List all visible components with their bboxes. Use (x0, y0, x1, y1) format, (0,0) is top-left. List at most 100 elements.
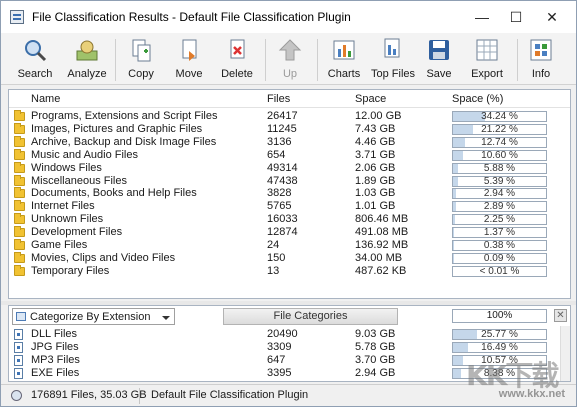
close-button[interactable]: ✕ (536, 6, 568, 28)
copy-button[interactable]: Copy (121, 37, 161, 83)
row-files: 3395 (267, 366, 292, 379)
row-files: 12874 (267, 226, 298, 239)
scrollbar[interactable] (560, 326, 570, 381)
table-row[interactable]: Development Files 12874 491.08 MB 1.37 % (9, 226, 570, 239)
window-title: File Classification Results - Default Fi… (32, 10, 351, 24)
list-item[interactable]: JPG Files 3309 5.78 GB 16.49 % (9, 341, 570, 354)
delete-button[interactable]: Delete (217, 37, 257, 83)
row-space: 2.94 GB (355, 366, 396, 379)
file-categories-button[interactable]: File Categories (223, 308, 398, 325)
space-percent-bar: 2.89 % (452, 201, 547, 213)
table-row[interactable]: Game Files 24 136.92 MB 0.38 % (9, 239, 570, 252)
table-row[interactable]: Windows Files 49314 2.06 GB 5.88 % (9, 161, 570, 175)
space-percent-bar: 16.49 % (452, 341, 547, 353)
status-divider (139, 388, 140, 404)
table-row[interactable]: Movies, Clips and Video Files 150 34.00 MB… (9, 251, 570, 265)
row-name: Movies, Clips and Video Files (31, 251, 176, 264)
close-panel-icon[interactable]: ✕ (554, 309, 567, 322)
info-button[interactable]: Info (523, 37, 559, 83)
space-percent-bar: 8.38 % (452, 367, 547, 379)
row-space: 2.06 GB (355, 161, 396, 174)
chevron-down-icon (162, 316, 170, 320)
column-header-space[interactable]: Space (355, 93, 386, 105)
row-space: 12.00 GB (355, 110, 402, 122)
table-row[interactable]: Archive, Backup and Disk Image Files 3136… (9, 135, 570, 149)
row-name: Images, Pictures and Graphic Files (31, 122, 203, 135)
folder-icon (14, 200, 25, 212)
table-row[interactable]: Images, Pictures and Graphic Files 11245 7… (9, 122, 570, 136)
charts-button[interactable]: Charts (323, 37, 365, 83)
categorize-by-dropdown[interactable]: Categorize By Extension (12, 308, 175, 325)
analyze-icon (73, 37, 101, 63)
table-row[interactable]: Documents, Books and Help Files 3828 1.03 … (9, 187, 570, 200)
analyze-button[interactable]: Analyze (65, 37, 109, 83)
up-button[interactable]: Up (271, 37, 309, 83)
list-item[interactable]: EXE Files 3395 2.94 GB 8.38 % (9, 367, 570, 380)
row-files: 49314 (267, 161, 298, 174)
copy-icon (127, 37, 155, 63)
categorize-icon (16, 312, 26, 321)
table-header: Name Files Space Space (%) (9, 90, 570, 108)
move-icon (175, 37, 203, 63)
list-item[interactable]: MSF Files 331 1.11 GB 3.17 % (9, 380, 570, 381)
minimize-button[interactable]: — (466, 6, 498, 28)
top-files-button[interactable]: Top Files (371, 37, 415, 83)
table-row[interactable]: Music and Audio Files 654 3.71 GB 10.60 % (9, 148, 570, 162)
row-space: 1.11 GB (355, 380, 395, 381)
folder-icon (14, 135, 25, 147)
row-files: 13 (267, 264, 280, 277)
row-name: Documents, Books and Help Files (31, 187, 197, 200)
folder-icon (14, 251, 25, 263)
row-files: 3309 (267, 340, 292, 353)
folder-icon (14, 213, 25, 225)
space-percent-bar: 21.22 % (452, 123, 547, 135)
table-row[interactable]: Programs, Extensions and Script Files 264… (9, 110, 570, 123)
folder-icon (14, 239, 25, 250)
save-button[interactable]: Save (421, 37, 457, 83)
row-files: 3136 (267, 135, 292, 148)
table-row[interactable]: Unknown Files 16033 806.46 MB 2.25 % (9, 213, 570, 226)
row-files: 331 (267, 380, 285, 381)
folder-icon (14, 161, 25, 173)
folder-icon (14, 148, 25, 160)
row-name: Development Files (31, 226, 123, 239)
folder-icon (14, 110, 25, 121)
space-percent-bar: 0.09 % (452, 252, 547, 264)
space-percent-bar: < 0.01 % (452, 265, 547, 277)
table-row[interactable]: Temporary Files 13 487.62 KB < 0.01 % (9, 264, 570, 278)
space-percent-bar: 5.39 % (452, 175, 547, 187)
row-name: JPG Files (31, 340, 79, 353)
column-header-name[interactable]: Name (31, 93, 60, 105)
table-row[interactable]: Miscellaneous Files 47438 1.89 GB 5.39 % (9, 174, 570, 188)
list-item[interactable]: DLL Files 20490 9.03 GB 25.77 % (9, 328, 570, 341)
status-bar: 176891 Files, 35.03 GB Default File Clas… (1, 384, 576, 406)
status-summary: 176891 Files, 35.03 GB (31, 389, 147, 401)
app-window: File Classification Results - Default Fi… (0, 0, 577, 407)
space-percent-bar: 3.17 % (452, 380, 547, 381)
row-space: 5.78 GB (355, 340, 396, 353)
row-files: 5765 (267, 200, 292, 213)
row-name: DLL Files (31, 328, 78, 340)
extensions-panel: Categorize By Extension File Categories … (8, 305, 571, 382)
row-space: 806.46 MB (355, 213, 409, 226)
row-name: Music and Audio Files (31, 148, 138, 161)
export-button[interactable]: Export (465, 37, 509, 83)
space-percent-bar: 25.77 % (452, 329, 547, 340)
space-percent-bar: 34.24 % (452, 111, 547, 122)
column-header-files[interactable]: Files (267, 93, 290, 105)
table-row[interactable]: Internet Files 5765 1.01 GB 2.89 % (9, 200, 570, 213)
row-space: 7.43 GB (355, 122, 396, 135)
row-space: 9.03 GB (355, 328, 396, 340)
list-item[interactable]: MP3 Files 647 3.70 GB 10.57 % (9, 354, 570, 367)
row-name: Game Files (31, 239, 88, 251)
row-space: 34.00 MB (355, 251, 403, 264)
search-button[interactable]: Search (13, 37, 57, 83)
move-button[interactable]: Move (169, 37, 209, 83)
column-header-space-pct[interactable]: Space (%) (452, 93, 503, 105)
row-name: Archive, Backup and Disk Image Files (31, 135, 217, 148)
up-arrow-icon (276, 37, 304, 63)
row-space: 491.08 MB (355, 226, 409, 239)
space-percent-bar: 1.37 % (452, 227, 547, 239)
row-files: 654 (267, 148, 286, 161)
maximize-button[interactable]: ☐ (500, 6, 532, 28)
